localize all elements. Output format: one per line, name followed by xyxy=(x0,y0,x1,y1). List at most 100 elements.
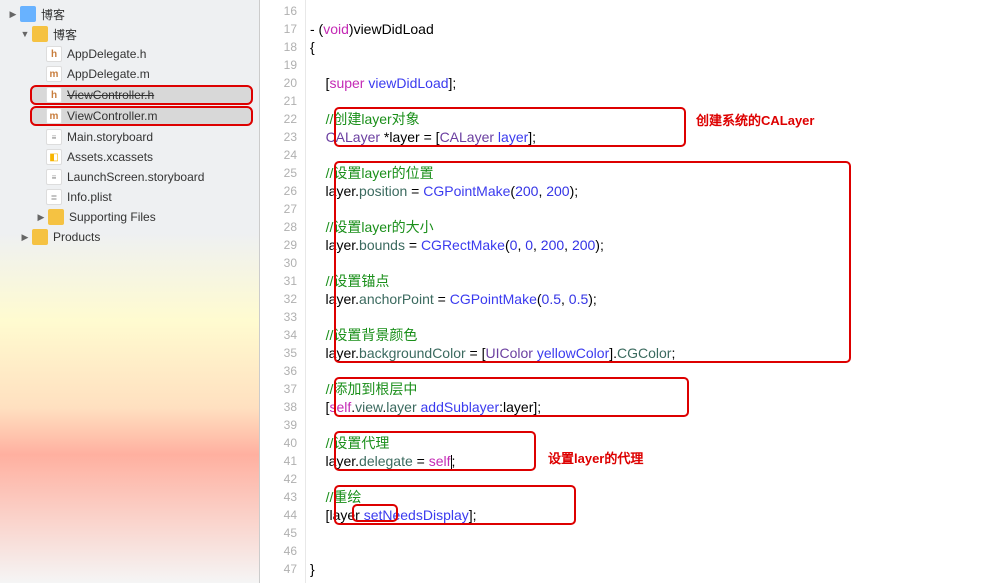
code-line xyxy=(306,308,985,326)
storyboard-icon: ≡ xyxy=(46,129,62,145)
line-number: 34 xyxy=(260,326,305,344)
line-number: 30 xyxy=(260,254,305,272)
line-number: 29 xyxy=(260,236,305,254)
line-number: 22 xyxy=(260,110,305,128)
project-icon xyxy=(20,6,36,22)
line-gutter: 1617181920212223242526272829303132333435… xyxy=(260,0,306,583)
line-number: 23 xyxy=(260,128,305,146)
code-line: layer.backgroundColor = [UIColor yellowC… xyxy=(306,344,985,362)
line-number: 43 xyxy=(260,488,305,506)
line-number: 21 xyxy=(260,92,305,110)
line-number: 44 xyxy=(260,506,305,524)
line-number: 42 xyxy=(260,470,305,488)
line-number: 18 xyxy=(260,38,305,56)
code-line: layer.anchorPoint = CGPointMake(0.5, 0.5… xyxy=(306,290,985,308)
line-number: 47 xyxy=(260,560,305,578)
file-appdelegate-m[interactable]: m AppDelegate.m xyxy=(0,64,259,84)
disclosure-icon[interactable]: ▶ xyxy=(20,232,30,242)
line-number: 28 xyxy=(260,218,305,236)
disclosure-icon[interactable]: ▼ xyxy=(20,29,30,39)
line-number: 17 xyxy=(260,20,305,38)
impl-icon: m xyxy=(46,66,62,82)
code-line xyxy=(306,92,985,110)
annotation-text: 创建系统的CALayer xyxy=(696,110,814,129)
code-line: //重绘 xyxy=(306,488,985,506)
file-info-plist[interactable]: ≣ Info.plist xyxy=(0,187,259,207)
line-number: 25 xyxy=(260,164,305,182)
file-launchscreen[interactable]: ≡ LaunchScreen.storyboard xyxy=(0,167,259,187)
group-folder[interactable]: ▼ 博客 xyxy=(0,24,259,44)
code-area[interactable]: - (void)viewDidLoad { [super viewDidLoad… xyxy=(306,0,985,583)
file-viewcontroller-h[interactable]: h ViewController.h xyxy=(30,85,253,105)
impl-icon: m xyxy=(46,108,62,124)
root-label: 博客 xyxy=(41,6,65,23)
file-viewcontroller-m[interactable]: m ViewController.m xyxy=(30,106,253,126)
code-line: } xyxy=(306,560,985,578)
folder-icon xyxy=(32,229,48,245)
code-line: //设置锚点 xyxy=(306,272,985,290)
line-number: 39 xyxy=(260,416,305,434)
code-line: layer.position = CGPointMake(200, 200); xyxy=(306,182,985,200)
code-line xyxy=(306,524,985,542)
code-line: CALayer *layer = [CALayer layer]; xyxy=(306,128,985,146)
code-line xyxy=(306,362,985,380)
code-line: layer.bounds = CGRectMake(0, 0, 200, 200… xyxy=(306,236,985,254)
assets-icon: ◧ xyxy=(46,149,62,165)
file-appdelegate-h[interactable]: h AppDelegate.h xyxy=(0,44,259,64)
folder-icon xyxy=(32,26,48,42)
code-line xyxy=(306,200,985,218)
line-number: 36 xyxy=(260,362,305,380)
code-line: //创建layer对象 xyxy=(306,110,985,128)
code-line: //设置layer的大小 xyxy=(306,218,985,236)
disclosure-icon[interactable]: ▶ xyxy=(36,212,46,222)
file-main-storyboard[interactable]: ≡ Main.storyboard xyxy=(0,127,259,147)
line-number: 40 xyxy=(260,434,305,452)
header-icon: h xyxy=(46,87,62,103)
code-line: [layer setNeedsDisplay]; xyxy=(306,506,985,524)
line-number: 20 xyxy=(260,74,305,92)
code-line xyxy=(306,2,985,20)
code-line: [super viewDidLoad]; xyxy=(306,74,985,92)
line-number: 27 xyxy=(260,200,305,218)
line-number: 37 xyxy=(260,380,305,398)
folder-icon xyxy=(48,209,64,225)
code-line: //设置背景颜色 xyxy=(306,326,985,344)
line-number: 46 xyxy=(260,542,305,560)
code-line xyxy=(306,470,985,488)
line-number: 26 xyxy=(260,182,305,200)
line-number: 45 xyxy=(260,524,305,542)
line-number: 16 xyxy=(260,2,305,20)
line-number: 35 xyxy=(260,344,305,362)
code-line: //设置代理 xyxy=(306,434,985,452)
project-navigator[interactable]: ▶ 博客 ▼ 博客 h AppDelegate.h m AppDelegate.… xyxy=(0,0,260,583)
line-number: 32 xyxy=(260,290,305,308)
line-number: 24 xyxy=(260,146,305,164)
code-line: layer.delegate = self; xyxy=(306,452,985,470)
line-number: 33 xyxy=(260,308,305,326)
disclosure-icon[interactable]: ▶ xyxy=(8,9,18,19)
line-number: 31 xyxy=(260,272,305,290)
group-label: 博客 xyxy=(53,26,77,43)
root-project[interactable]: ▶ 博客 xyxy=(0,4,259,24)
line-number: 19 xyxy=(260,56,305,74)
line-number: 41 xyxy=(260,452,305,470)
code-line xyxy=(306,146,985,164)
group-supporting[interactable]: ▶ Supporting Files xyxy=(0,207,259,227)
annotation-text: 设置layer的代理 xyxy=(548,448,643,467)
code-line xyxy=(306,254,985,272)
code-line: [self.view.layer addSublayer:layer]; xyxy=(306,398,985,416)
line-number: 38 xyxy=(260,398,305,416)
code-editor[interactable]: 1617181920212223242526272829303132333435… xyxy=(260,0,985,583)
storyboard-icon: ≡ xyxy=(46,169,62,185)
plist-icon: ≣ xyxy=(46,189,62,205)
code-line xyxy=(306,542,985,560)
code-line: //设置layer的位置 xyxy=(306,164,985,182)
code-line xyxy=(306,56,985,74)
code-line xyxy=(306,416,985,434)
code-line: - (void)viewDidLoad xyxy=(306,20,985,38)
code-line: { xyxy=(306,38,985,56)
header-icon: h xyxy=(46,46,62,62)
file-assets[interactable]: ◧ Assets.xcassets xyxy=(0,147,259,167)
code-line: //添加到根层中 xyxy=(306,380,985,398)
group-products[interactable]: ▶ Products xyxy=(0,227,259,247)
